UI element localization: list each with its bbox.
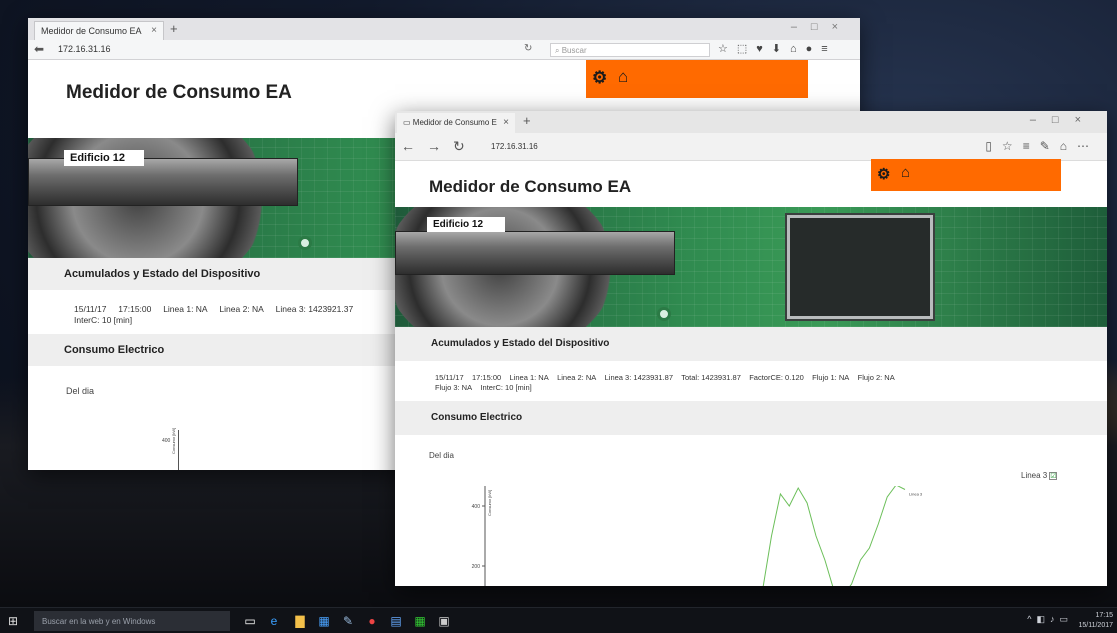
legend-checkbox[interactable]: ☑ (1049, 472, 1058, 480)
status-row: 15/11/17 17:15:00 Linea 1: NA Linea 2: N… (395, 361, 1107, 401)
chrome-icon[interactable]: ● (364, 613, 380, 629)
chart-legend[interactable]: Linea 3 ☑ (1021, 471, 1058, 480)
nav-bar: ⬅ 172.16.31.16 ↻ ⌕ Buscar ☆⬚♥⬇⌂●≡ (28, 40, 860, 60)
nav-buttons[interactable]: ←→↻ (401, 138, 477, 155)
status-linea2: Linea 2: NA (219, 304, 264, 314)
status-interc: InterC: 10 [min] (74, 315, 133, 325)
status-factor: FactorCE: 0.120 (749, 373, 804, 382)
search-input[interactable]: ⌕ Buscar (550, 43, 710, 57)
status-linea1: Linea 1: NA (509, 373, 549, 382)
clock-time: 17:15 (1095, 612, 1113, 619)
status-linea3: Linea 3: 1423931.87 (604, 373, 674, 382)
page-title: Medidor de Consumo EA (66, 82, 292, 103)
tab-bar: ▭ Medidor de Consumo E × + –□× (395, 111, 1107, 133)
consumo-line-chart: 400 200 Consumo [kW] Linea 3 (472, 486, 923, 586)
status-flujo2: Flujo 2: NA (857, 373, 895, 382)
section-status-header: Acumulados y Estado del Dispositivo (395, 327, 1107, 361)
notes-icon[interactable]: ▤ (388, 613, 404, 629)
search-placeholder: Buscar (561, 46, 587, 55)
task-view-icon[interactable]: ▭ (242, 613, 258, 629)
status-flujo3: Flujo 3: NA (435, 383, 473, 392)
calculator-icon[interactable]: ▣ (436, 613, 452, 629)
building-label: Edificio 12 (64, 150, 144, 166)
tab-title: Medidor de Consumo E (412, 118, 497, 127)
status-time: 17:15:00 (118, 304, 152, 314)
series-line-linea-3 (762, 486, 906, 586)
edge-window[interactable]: ▭ Medidor de Consumo E × + –□× ←→↻ 172.1… (395, 111, 1107, 586)
reload-icon[interactable]: ↻ (524, 43, 532, 54)
paint-icon[interactable]: ✎ (340, 613, 356, 629)
del-dia-label: Del dia (66, 386, 95, 396)
status-total: Total: 1423931.87 (681, 373, 741, 382)
mini-chart-axis: 400 200 Consumo [kW] (162, 427, 188, 470)
search-icon: ⌕ (555, 46, 562, 55)
status-linea1: Linea 1: NA (163, 304, 208, 314)
address-bar[interactable]: 172.16.31.16 (491, 142, 538, 151)
close-tab-icon[interactable]: × (151, 25, 157, 36)
status-interc: InterC: 10 [min] (480, 383, 532, 392)
orange-nav-bar: ⚙ ⌂ (586, 60, 808, 98)
page-header: Medidor de Consumo EA ⚙ ⌂ (395, 159, 1107, 207)
home-icon[interactable]: ⌂ (618, 67, 628, 87)
excel-icon[interactable]: ▦ (412, 613, 428, 629)
del-dia-label: Del dia (429, 451, 454, 460)
close-tab-icon[interactable]: × (503, 117, 509, 128)
file-explorer-icon[interactable]: ▇ (292, 613, 308, 629)
address-bar[interactable]: 172.16.31.16 (58, 44, 111, 54)
new-tab-button[interactable]: + (523, 113, 531, 128)
gear-icon[interactable]: ⚙ (592, 68, 607, 88)
toolbar-icons[interactable]: ☆⬚♥⬇⌂●≡ (718, 42, 837, 55)
y-tick-label: 400 (162, 438, 171, 444)
tab-medidor[interactable]: Medidor de Consumo EA × (34, 21, 164, 40)
orange-nav-bar: ⚙ ⌂ (871, 159, 1061, 191)
pcb-dot (657, 307, 671, 321)
hero-banner: Edificio 12 (395, 207, 1107, 327)
page-title: Medidor de Consumo EA (429, 177, 632, 196)
taskbar: ⊞ Buscar en la web y en Windows ▭ e ▇ ▦ … (0, 607, 1117, 633)
status-time: 17:15:00 (471, 373, 502, 382)
edge-page: Medidor de Consumo EA ⚙ ⌂ Edificio 12 Ac… (395, 159, 1107, 586)
microchip-image (785, 213, 935, 321)
section-consumo-header: Consumo Electrico (395, 401, 1107, 435)
legend-label: Linea 3 (1021, 471, 1048, 480)
tab-medidor[interactable]: ▭ Medidor de Consumo E × (397, 113, 515, 133)
window-controls[interactable]: –□× (1030, 114, 1097, 126)
back-arrow-icon[interactable]: ⬅ (34, 42, 44, 56)
edge-icon[interactable]: e (266, 613, 282, 629)
status-date: 15/11/17 (74, 304, 107, 314)
status-date: 15/11/17 (435, 373, 464, 382)
store-icon[interactable]: ▦ (316, 613, 332, 629)
y-axis-label: Consumo [kW] (171, 427, 176, 454)
nav-bar: ←→↻ 172.16.31.16 ▯☆≡✎⌂⋯ (395, 133, 1107, 161)
building-label: Edificio 12 (427, 217, 505, 232)
tab-title: Medidor de Consumo EA (41, 26, 142, 36)
window-controls[interactable]: –□× (791, 21, 852, 33)
taskbar-search-input[interactable]: Buscar en la web y en Windows (34, 611, 230, 631)
y-tick-label: 400 (472, 504, 481, 510)
status-flujo1: Flujo 1: NA (812, 373, 850, 382)
windows-start-icon[interactable]: ⊞ (8, 614, 22, 628)
series-label: Linea 3 (909, 492, 923, 497)
home-icon[interactable]: ⌂ (901, 164, 910, 181)
clock-date: 15/11/2017 (1078, 622, 1113, 629)
y-axis-label: Consumo [kW] (487, 490, 492, 516)
toolbar-icons[interactable]: ▯☆≡✎⌂⋯ (985, 139, 1099, 153)
status-linea3: Linea 3: 1423921.37 (275, 304, 354, 314)
status-linea2: Linea 2: NA (557, 373, 597, 382)
new-tab-button[interactable]: + (170, 21, 178, 36)
gear-icon[interactable]: ⚙ (877, 165, 890, 183)
bracket-image (395, 231, 675, 275)
y-tick-label: 200 (472, 564, 481, 570)
pcb-dot (298, 236, 312, 250)
system-tray-icons[interactable]: ^◧♪▭ (1027, 614, 1073, 625)
tab-bar: Medidor de Consumo EA × + –□× (28, 18, 860, 40)
clock[interactable]: 17:15 15/11/2017 (1078, 611, 1113, 631)
tab-page-icon: ▭ (403, 118, 413, 127)
